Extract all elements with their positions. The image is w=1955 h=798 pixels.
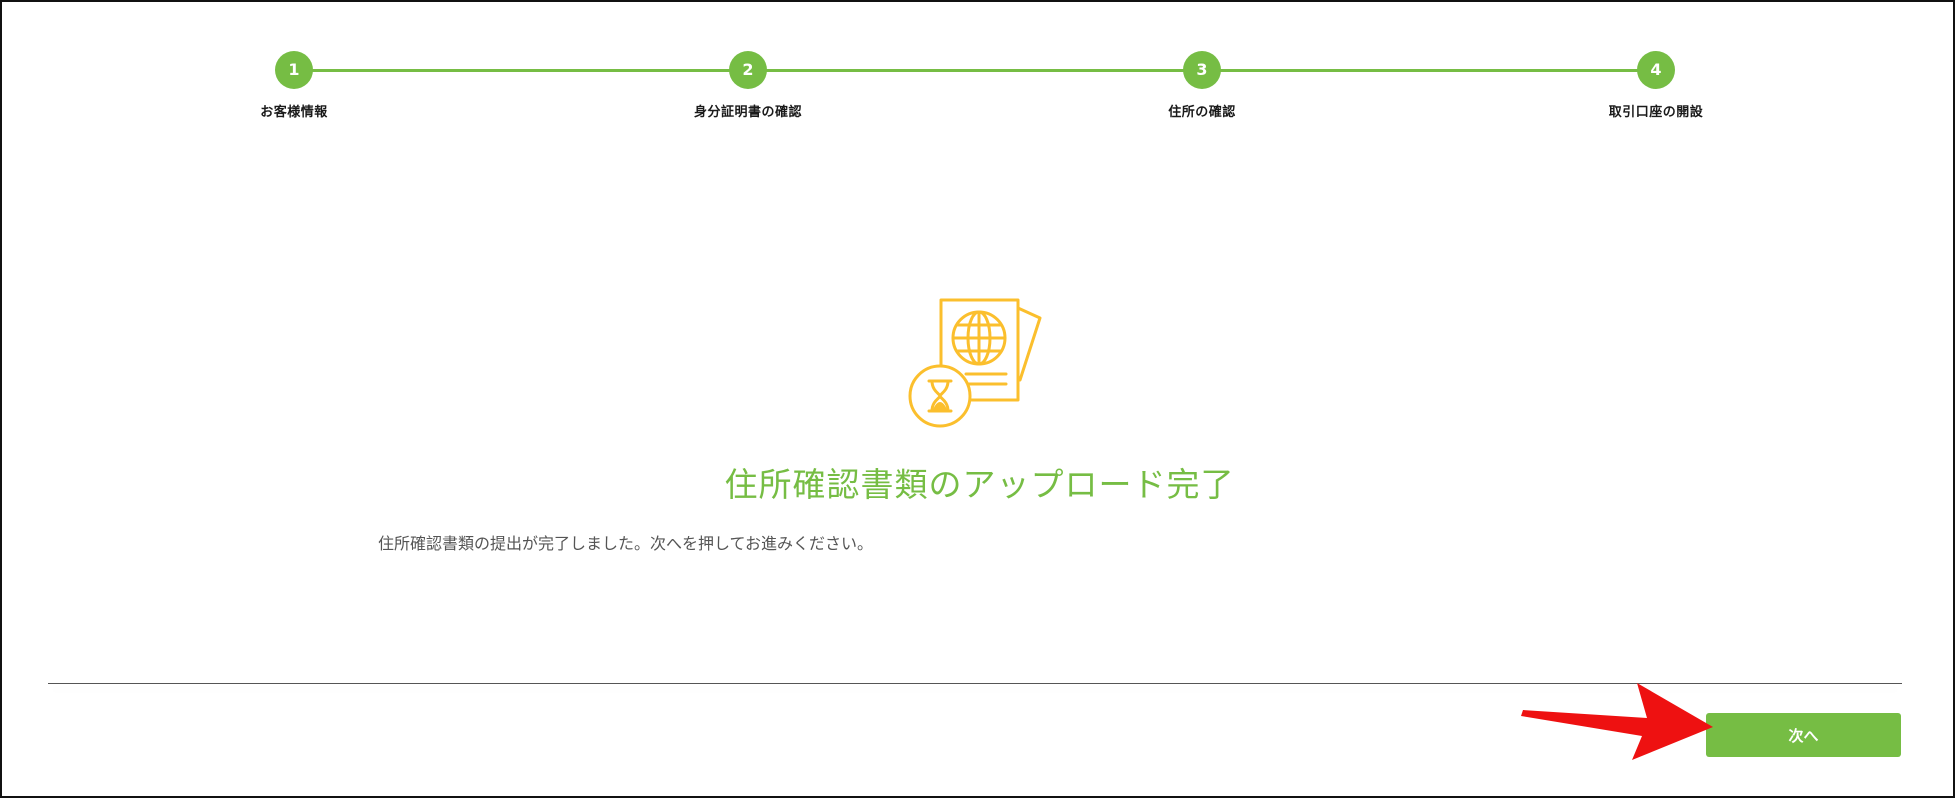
step-2-label: 身分証明書の確認 <box>693 105 802 120</box>
progress-stepper: 1 お客様情報 2 身分証明書の確認 3 住所の確認 4 取引口座の開設 <box>2 2 1955 132</box>
step-2: 2 身分証明書の確認 <box>638 51 858 120</box>
step-4-label: 取引口座の開設 <box>1608 105 1704 120</box>
red-arrow-icon <box>1521 683 1713 760</box>
step-3: 3 住所の確認 <box>1092 51 1312 120</box>
passport-back-page <box>1016 306 1042 382</box>
step-3-label: 住所の確認 <box>1168 105 1236 120</box>
step-3-circle: 3 <box>1183 51 1221 89</box>
page-frame: 1 お客様情報 2 身分証明書の確認 3 住所の確認 4 取引口座の開設 住所確… <box>0 0 1955 798</box>
passport-hourglass-icon <box>908 298 1042 428</box>
next-button[interactable]: 次へ <box>1706 713 1901 757</box>
step-1-circle: 1 <box>275 51 313 89</box>
step-2-circle: 2 <box>729 51 767 89</box>
page-title: 住所確認書類のアップロード完了 <box>724 465 1235 504</box>
step-4-circle: 4 <box>1637 51 1675 89</box>
step-1-label: お客様情報 <box>260 105 328 120</box>
step-4: 4 取引口座の開設 <box>1546 51 1766 120</box>
stepper-connector-line <box>294 69 1656 72</box>
completion-message: 住所確認書類の提出が完了しました。次へを押してお進みください。 <box>378 534 874 553</box>
step-1: 1 お客様情報 <box>184 51 404 120</box>
